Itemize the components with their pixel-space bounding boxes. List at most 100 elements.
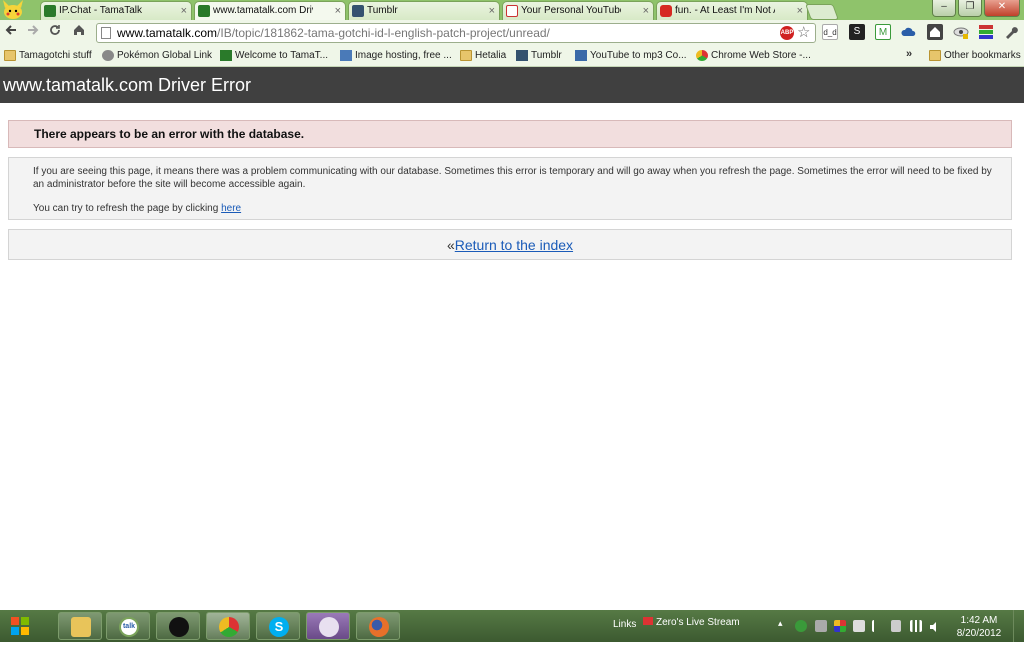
- start-button[interactable]: [3, 611, 37, 641]
- bookmarks-bar: Tamagotchi stuff Pokémon Global Link Wel…: [0, 46, 1024, 67]
- stream-link[interactable]: Zero's Live Stream: [643, 617, 740, 628]
- bookmark-tumblr[interactable]: Tumblr: [516, 49, 562, 63]
- back-button[interactable]: [2, 23, 20, 43]
- tray-volume-icon[interactable]: [929, 620, 941, 632]
- bookmark-image-hosting[interactable]: Image hosting, free ...: [340, 49, 452, 63]
- page-icon: [101, 27, 111, 39]
- refresh-text: You can try to refresh the page by click…: [33, 203, 222, 214]
- url-text[interactable]: www.tamatalk.com/IB/topic/181862-tama-go…: [117, 26, 550, 40]
- chrome-store-icon: [696, 50, 708, 61]
- close-window-button[interactable]: ✕: [984, 0, 1020, 17]
- close-tab-icon[interactable]: ×: [181, 2, 187, 20]
- tab-gmail[interactable]: Your Personal YouTube Di ×: [502, 1, 654, 20]
- stream-label: Zero's Live Stream: [656, 617, 740, 628]
- minimize-button[interactable]: –: [932, 0, 956, 17]
- youtube-icon: [660, 5, 672, 17]
- tab-ipchat[interactable]: IP.Chat - TamaTalk ×: [40, 1, 192, 20]
- refresh-link[interactable]: here: [221, 203, 241, 214]
- tab-label: IP.Chat - TamaTalk: [59, 5, 143, 16]
- tray-expand-button[interactable]: ▴: [778, 618, 783, 629]
- folder-icon: [460, 50, 472, 61]
- taskbar-pidgin[interactable]: [156, 612, 200, 640]
- maximize-button[interactable]: ❐: [958, 0, 982, 17]
- cloud-icon[interactable]: [901, 24, 917, 40]
- bookmark-tamatalk[interactable]: Welcome to TamaT...: [220, 49, 328, 63]
- home-icon: [74, 25, 84, 35]
- color-extension-icon[interactable]: [978, 24, 994, 40]
- bookmark-tamagotchi-stuff[interactable]: Tamagotchi stuff: [4, 49, 92, 63]
- tray-signal-icon[interactable]: [910, 620, 922, 632]
- gmail-checker-icon[interactable]: M: [875, 24, 891, 40]
- taskbar-explorer[interactable]: [58, 612, 102, 640]
- tamatalk-icon: [220, 50, 232, 61]
- bookmark-star-icon[interactable]: ☆: [797, 23, 810, 41]
- extension-s-icon[interactable]: S: [849, 24, 865, 40]
- bookmark-chrome-web-store[interactable]: Chrome Web Store -...: [696, 49, 811, 63]
- bookmark-hetalia[interactable]: Hetalia: [460, 49, 506, 63]
- tab-tumblr[interactable]: Tumblr ×: [348, 1, 500, 20]
- taskbar-clock[interactable]: 1:42 AM 8/20/2012: [949, 614, 1009, 640]
- wrench-icon[interactable]: [1003, 24, 1019, 40]
- tray-usb-icon[interactable]: [891, 620, 901, 632]
- taskbar-chrome[interactable]: [206, 612, 250, 640]
- folder-icon: [929, 50, 941, 61]
- reload-icon: [50, 25, 60, 35]
- home-button[interactable]: [70, 23, 88, 43]
- tray-gtalk-icon[interactable]: [795, 620, 807, 632]
- close-tab-icon[interactable]: ×: [643, 2, 649, 20]
- close-tab-icon[interactable]: ×: [489, 2, 495, 20]
- bookmark-label: Hetalia: [475, 50, 507, 61]
- back-arrow-icon: [5, 25, 16, 35]
- address-bar[interactable]: www.tamatalk.com/IB/topic/181862-tama-go…: [96, 23, 816, 43]
- bookmark-label: Tamagotchi stuff: [19, 50, 92, 61]
- tray-flag-icon[interactable]: [872, 620, 886, 632]
- gmail-icon: [506, 5, 518, 17]
- taskbar-firefox[interactable]: [356, 612, 400, 640]
- bookmark-youtube-mp3[interactable]: YouTube to mp3 Co...: [575, 49, 687, 63]
- pokeball-icon: [102, 50, 114, 61]
- url-host: www.tamatalk.com: [117, 26, 218, 40]
- firefox-icon: [369, 617, 389, 637]
- extension-face-icon[interactable]: d_d: [822, 24, 838, 40]
- stream-icon: [643, 617, 653, 625]
- bookmark-pokemon-global-link[interactable]: Pokémon Global Link: [102, 49, 212, 63]
- bookmark-label: Chrome Web Store -...: [711, 50, 811, 61]
- folder-icon: [4, 50, 16, 61]
- tab-youtube[interactable]: fun. - At Least I'm Not As S ×: [656, 1, 808, 20]
- adblock-icon[interactable]: ABP: [780, 26, 794, 40]
- error-banner: There appears to be an error with the da…: [8, 120, 1012, 148]
- tab-label: www.tamatalk.com Driver: [213, 5, 313, 16]
- tab-driver-error[interactable]: www.tamatalk.com Driver ×: [194, 1, 346, 20]
- return-box: «Return to the index: [8, 229, 1012, 260]
- bookmark-label: YouTube to mp3 Co...: [590, 50, 687, 61]
- return-prefix: «: [446, 237, 455, 253]
- extension-house-icon[interactable]: [927, 24, 943, 40]
- return-to-index-link[interactable]: Return to the index: [455, 237, 573, 253]
- error-message-box: If you are seeing this page, it means th…: [8, 157, 1012, 220]
- close-tab-icon[interactable]: ×: [335, 2, 341, 20]
- bookmarks-overflow-button[interactable]: »: [906, 48, 912, 60]
- reload-button[interactable]: [46, 23, 64, 43]
- tab-label: Your Personal YouTube Di: [521, 5, 621, 16]
- tray-mail-icon[interactable]: [853, 620, 865, 632]
- taskbar-gtalk[interactable]: talk: [106, 612, 150, 640]
- tray-color-icon[interactable]: [834, 620, 846, 632]
- explorer-icon: [71, 617, 91, 637]
- pidgin-icon: [169, 617, 189, 637]
- tray-app-icon[interactable]: [815, 620, 827, 632]
- error-message: If you are seeing this page, it means th…: [33, 166, 992, 190]
- error-heading: There appears to be an error with the da…: [34, 127, 305, 141]
- tumblr-icon: [516, 50, 528, 61]
- show-desktop-button[interactable]: [1013, 610, 1024, 642]
- taskbar-app[interactable]: [306, 612, 350, 640]
- close-tab-icon[interactable]: ×: [797, 2, 803, 20]
- app-icon: [319, 617, 339, 637]
- new-tab-button[interactable]: [805, 4, 839, 20]
- taskbar-skype[interactable]: S: [256, 612, 300, 640]
- eye-extension-icon[interactable]: [953, 24, 969, 40]
- window-controls: – ❐ ✕: [932, 0, 1020, 17]
- tab-label: fun. - At Least I'm Not As S: [675, 5, 775, 16]
- forward-button[interactable]: [24, 23, 42, 43]
- bookmark-other-bookmarks[interactable]: Other bookmarks: [929, 49, 1021, 63]
- links-toolbar[interactable]: Links: [613, 619, 636, 630]
